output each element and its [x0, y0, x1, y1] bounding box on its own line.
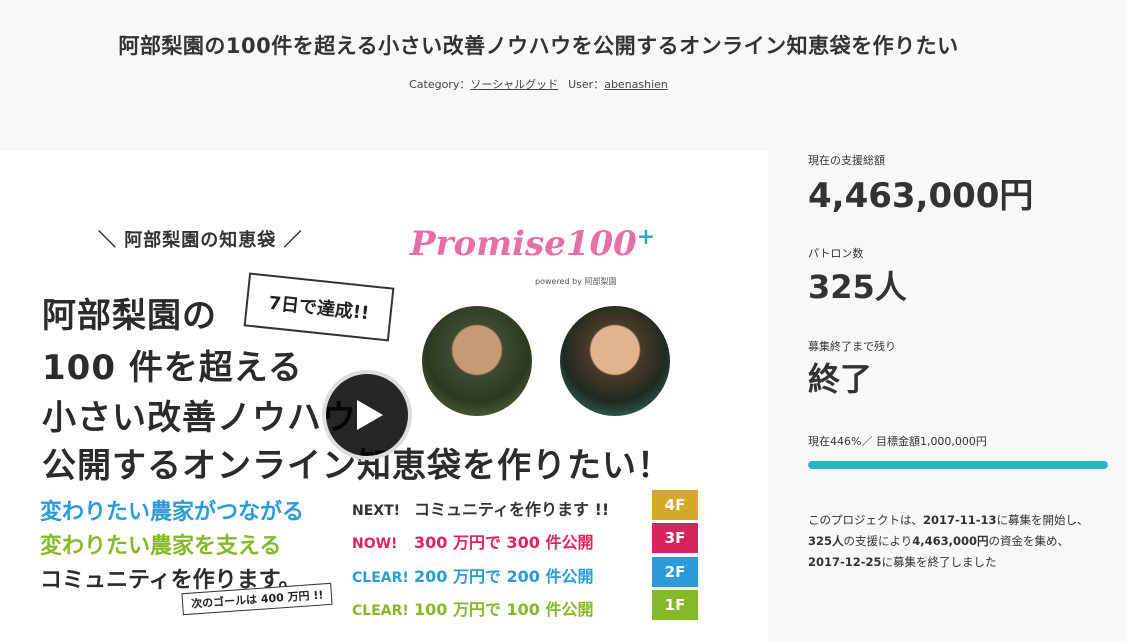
- summary-patrons: 325人: [808, 534, 844, 548]
- project-title: 阿部梨園の100件を超える小さい改善ノウハウを公開するオンライン知恵袋を作りたい: [118, 34, 959, 58]
- category-link[interactable]: ソーシャルグッド: [470, 78, 558, 91]
- summary-amount: 4,463,000円: [912, 534, 989, 548]
- powered-by: powered by 阿部梨園: [535, 277, 617, 286]
- stage-2-text: 200 万円で 200 件公開: [414, 567, 594, 586]
- stage-4: NEXT! コミュニティを作ります !!: [352, 496, 609, 520]
- summary-text-2: に募集を開始し、: [996, 513, 1089, 527]
- headline-line-2: 100 件を超える: [42, 348, 303, 388]
- play-video-button[interactable]: [322, 370, 412, 460]
- stage-4-tag: NEXT!: [352, 503, 401, 519]
- lead-line-1: 変わりたい農家がつながる: [40, 500, 305, 525]
- category-label: Category：: [409, 78, 471, 91]
- stage-1-tag: CLEAR!: [352, 603, 409, 619]
- avatar-person-2: [560, 306, 670, 416]
- floor-4-badge: 4F: [652, 490, 698, 520]
- summary-text-4: の資金を集め、: [988, 534, 1070, 548]
- promise100-logo: Promise100+: [410, 224, 655, 264]
- remaining-label: 募集終了まで残り: [808, 340, 896, 353]
- user-link[interactable]: abenashien: [604, 78, 668, 91]
- user-label: User：: [568, 78, 605, 91]
- stage-1: CLEAR! 100 万円で 100 件公開: [352, 596, 594, 620]
- total-amount-label: 現在の支援総額: [808, 154, 885, 167]
- progress-text: 現在446%／ 目標金額1,000,000円: [808, 435, 987, 448]
- stage-3-text: 300 万円で 300 件公開: [414, 533, 594, 552]
- stage-4-text: コミュニティを作ります !!: [414, 500, 610, 519]
- project-meta: Category：ソーシャルグッド User：abenashien: [0, 76, 1077, 92]
- summary-text-1: このプロジェクトは、: [808, 513, 923, 527]
- patrons-label: パトロン数: [808, 247, 864, 260]
- headline-line-3: 小さい改善ノウハウ: [42, 398, 357, 438]
- stage-2-tag: CLEAR!: [352, 570, 409, 586]
- stage-3-tag: NOW!: [352, 536, 398, 552]
- end-date: 2017-12-25: [808, 555, 882, 569]
- stage-3: NOW! 300 万円で 300 件公開: [352, 529, 594, 553]
- stage-2: CLEAR! 200 万円で 200 件公開: [352, 563, 594, 587]
- summary-text-3: の支援により: [843, 534, 913, 548]
- summary-text-5: に募集を終了しました: [881, 555, 997, 569]
- total-amount-value: 4,463,000円: [808, 176, 1034, 216]
- remaining-value: 終了: [808, 360, 873, 398]
- project-summary: このプロジェクトは、2017-11-13に募集を開始し、 325人の支援により4…: [808, 510, 1108, 573]
- funding-progress-fill: [808, 461, 1108, 469]
- logo-text: Promise100: [410, 224, 637, 264]
- floor-3-badge: 3F: [652, 523, 698, 553]
- avatar-person-1: [422, 306, 532, 416]
- hero-badge-top: ＼ 阿部梨園の知恵袋 ／: [98, 230, 303, 251]
- logo-plus: +: [636, 224, 656, 250]
- stage-1-text: 100 万円で 100 件公開: [414, 600, 594, 619]
- patrons-value: 325人: [808, 268, 907, 306]
- funding-progress-bar: [808, 461, 1108, 469]
- lead-line-2: 変わりたい農家を支える: [40, 534, 282, 559]
- headline-line-1: 阿部梨園の: [42, 296, 217, 336]
- floor-1-badge: 1F: [652, 590, 698, 620]
- floor-2-badge: 2F: [652, 557, 698, 587]
- start-date: 2017-11-13: [923, 513, 997, 527]
- play-icon: [357, 400, 383, 430]
